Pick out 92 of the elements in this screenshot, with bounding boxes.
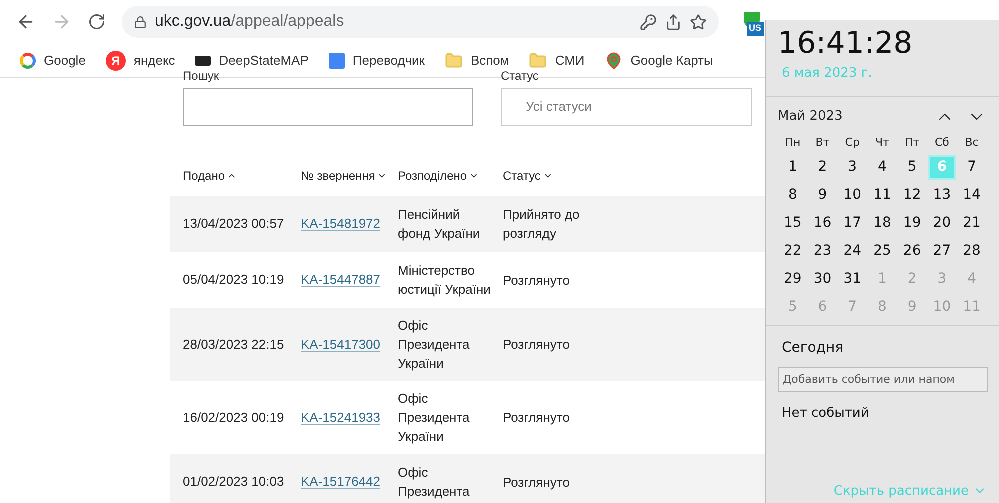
calendar-day[interactable]: 10 — [838, 182, 867, 208]
calendar-day[interactable]: 19 — [898, 210, 926, 236]
column-header[interactable]: Розподілено — [398, 167, 503, 185]
folder-icon — [529, 52, 548, 70]
appeal-link[interactable]: KA-15241933 — [301, 410, 381, 425]
extension-badge: US — [747, 22, 764, 36]
weekday-label: Вт — [814, 135, 831, 151]
status-cell-text: Розглянуто — [503, 336, 571, 354]
bookmark-item[interactable]: Вспом — [444, 50, 510, 70]
bookmark-item[interactable]: DeepStateMAP — [195, 50, 309, 70]
url-text: ukc.gov.ua/appeal/appeals — [155, 12, 346, 32]
calendar-day[interactable]: 25 — [868, 238, 896, 264]
appeal-link[interactable]: KA-15417300 — [301, 336, 381, 352]
google-g-icon — [20, 52, 36, 68]
appeal-link[interactable]: KA-15176442 — [301, 474, 381, 490]
calendar-day[interactable]: 8 — [778, 182, 807, 208]
calendar-day[interactable]: 21 — [958, 210, 986, 236]
calendar-day[interactable]: 18 — [868, 210, 896, 236]
assignee-cell-text: Офіс Президента України — [398, 317, 471, 373]
assignee-cell-text: Міністерство юстиції України — [398, 262, 492, 299]
date-cell-text: 16/02/2023 00:19 — [183, 408, 286, 427]
month-title[interactable]: Май 2023 — [778, 107, 843, 127]
star-icon[interactable] — [690, 14, 707, 30]
assignee-cell-text: Офіс Президента України — [398, 390, 471, 446]
folder-icon — [444, 52, 463, 70]
calendar-day[interactable]: 2 — [808, 154, 837, 180]
calendar-day[interactable]: 30 — [808, 266, 837, 292]
bookmark-item[interactable]: Google Карты — [604, 50, 714, 70]
column-header[interactable]: № звернення — [301, 167, 398, 185]
calendar-day[interactable]: 11 — [868, 182, 896, 208]
calendar-day[interactable]: 14 — [958, 182, 986, 208]
calendar-day[interactable]: 1 — [778, 154, 807, 180]
search-field[interactable] — [183, 88, 473, 126]
bookmark-item[interactable]: Я яндекс — [106, 50, 176, 70]
no-events-text: Нет событий — [782, 405, 870, 423]
calendar-day[interactable]: 28 — [958, 238, 986, 264]
appeal-link[interactable]: KA-15447887 — [301, 272, 381, 288]
status-cell-text: Прийнято до розгляду — [503, 206, 581, 243]
bookmark-item[interactable]: СМИ — [529, 50, 585, 70]
date-cell-text: 13/04/2023 00:57 — [183, 215, 286, 234]
calendar-day[interactable]: 20 — [928, 210, 956, 236]
weekday-label: Пн — [784, 135, 802, 151]
date-cell-text: 01/02/2023 10:03 — [183, 473, 286, 492]
translate-icon — [328, 52, 345, 68]
weekday-label: Сб — [934, 135, 950, 151]
column-header[interactable]: Подано — [183, 167, 301, 185]
clock-time: 16:41:28 — [777, 25, 914, 63]
calendar-day[interactable]: 24 — [838, 238, 867, 264]
status-label: Статус — [501, 68, 540, 84]
assignee-cell-text: Офіс Президента — [398, 464, 471, 501]
reload-icon[interactable] — [88, 13, 106, 31]
appeal-link[interactable]: KA-15481972 — [301, 216, 381, 232]
share-icon[interactable] — [665, 14, 682, 30]
calendar-day[interactable]: 31 — [838, 266, 867, 292]
address-bar[interactable]: ukc.gov.ua/appeal/appeals — [122, 6, 719, 38]
event-field[interactable]: Добавить событие или напом — [778, 367, 988, 392]
calendar-day[interactable]: 4 — [868, 154, 896, 180]
today-heading: Сегодня — [782, 339, 845, 358]
weekday-label: Пт — [904, 135, 921, 151]
calendar-day[interactable]: 12 — [898, 182, 926, 208]
bookmark-item[interactable]: Переводчик — [328, 50, 425, 70]
calendar-day[interactable]: 26 — [898, 238, 926, 264]
status-dropdown[interactable]: Усі статуси — [501, 88, 752, 126]
map-pin-icon — [604, 52, 623, 70]
calendar-day[interactable]: 22 — [778, 238, 807, 264]
calendar-day[interactable]: 13 — [928, 182, 956, 208]
yandex-icon: Я — [106, 50, 126, 70]
status-cell-text: Розглянуто — [503, 272, 571, 290]
calendar-day[interactable]: 9 — [808, 182, 837, 208]
key-icon[interactable] — [640, 14, 657, 30]
calendar-day[interactable]: 29 — [778, 266, 807, 292]
assignee-cell-text: Пенсійний фонд України — [398, 206, 482, 243]
weekday-label: Ср — [844, 135, 861, 151]
weekday-label: Чт — [874, 135, 890, 151]
date-cell-text: 28/03/2023 22:15 — [183, 336, 286, 354]
calendar-day[interactable]: 17 — [838, 210, 867, 236]
weekday-label: Вс — [964, 135, 980, 151]
calendar-day[interactable]: 7 — [958, 154, 986, 180]
status-cell-text: Розглянуто — [503, 474, 571, 492]
map-icon — [195, 56, 212, 66]
calendar-day[interactable]: 5 — [898, 154, 926, 180]
bookmark-item[interactable]: Google — [20, 50, 86, 70]
calendar-day[interactable]: 23 — [808, 238, 837, 264]
lock-icon — [134, 16, 147, 28]
calendar-day[interactable]: 15 — [778, 210, 807, 236]
calendar-day[interactable]: 3 — [838, 154, 867, 180]
column-header[interactable]: Статус — [503, 167, 603, 185]
calendar-day[interactable]: 27 — [928, 238, 956, 264]
search-label: Пошук — [183, 68, 220, 84]
status-cell-text: Розглянуто — [503, 409, 571, 427]
calendar-day[interactable]: 16 — [808, 210, 837, 236]
date-cell-text: 05/04/2023 10:19 — [183, 271, 286, 290]
